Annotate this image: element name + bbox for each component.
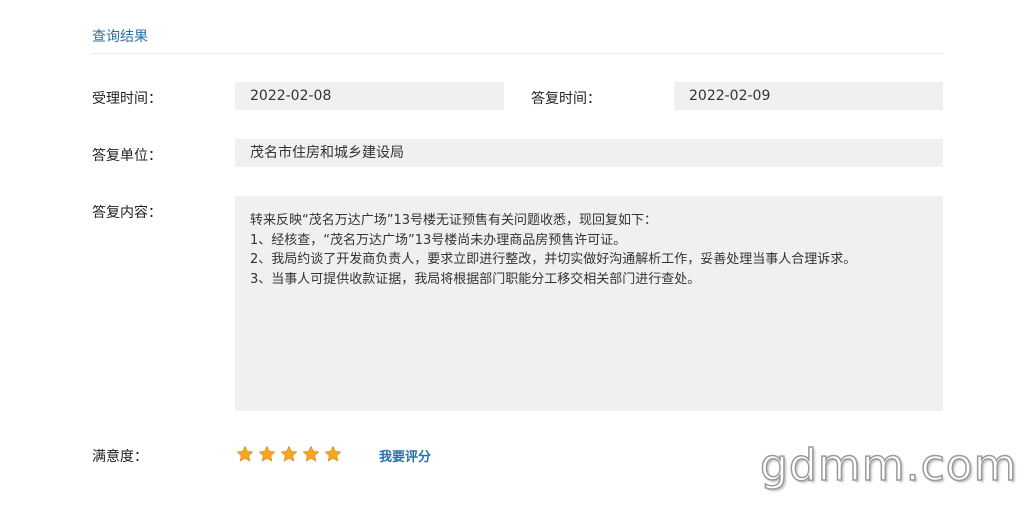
star-icon[interactable] [324, 445, 342, 463]
accept-time-field: 2022-02-08 [235, 82, 504, 110]
reply-content-line: 2、我局约谈了开发商负责人，要求立即进行整改，并切实做好沟通解析工作，妥善处理当… [250, 252, 857, 267]
reply-content-label: 答复内容： [92, 205, 162, 221]
reply-time-field: 2022-02-09 [674, 82, 943, 110]
reply-content-line: 3、当事人可提供收款证据，我局将根据部门职能分工移交相关部门进行查处。 [250, 271, 701, 287]
satisfaction-label: 满意度： [92, 449, 148, 465]
reply-unit-label: 答复单位： [92, 148, 162, 164]
reply-content-line: 1、经核查，“茂名万达广场”13号楼尚未办理商品房预售许可证。 [250, 232, 627, 248]
reply-unit-field: 茂名市住房和城乡建设局 [235, 139, 943, 167]
star-rating [236, 445, 342, 463]
section-title: 查询结果 [92, 29, 148, 45]
star-icon[interactable] [258, 445, 276, 463]
accept-time-label: 受理时间： [92, 91, 162, 107]
reply-time-label: 答复时间： [531, 91, 601, 107]
reply-content-line: 转来反映“茂名万达广场”13号楼无证预售有关问题收悉，现回复如下： [250, 213, 658, 228]
star-icon[interactable] [236, 445, 254, 463]
star-icon[interactable] [280, 445, 298, 463]
reply-content-box: 转来反映“茂名万达广场”13号楼无证预售有关问题收悉，现回复如下： 1、经核查，… [235, 196, 943, 411]
star-icon[interactable] [302, 445, 320, 463]
rate-link[interactable]: 我要评分 [379, 446, 431, 465]
watermark-logo: gdmm.com [759, 439, 1018, 492]
divider [92, 53, 943, 54]
